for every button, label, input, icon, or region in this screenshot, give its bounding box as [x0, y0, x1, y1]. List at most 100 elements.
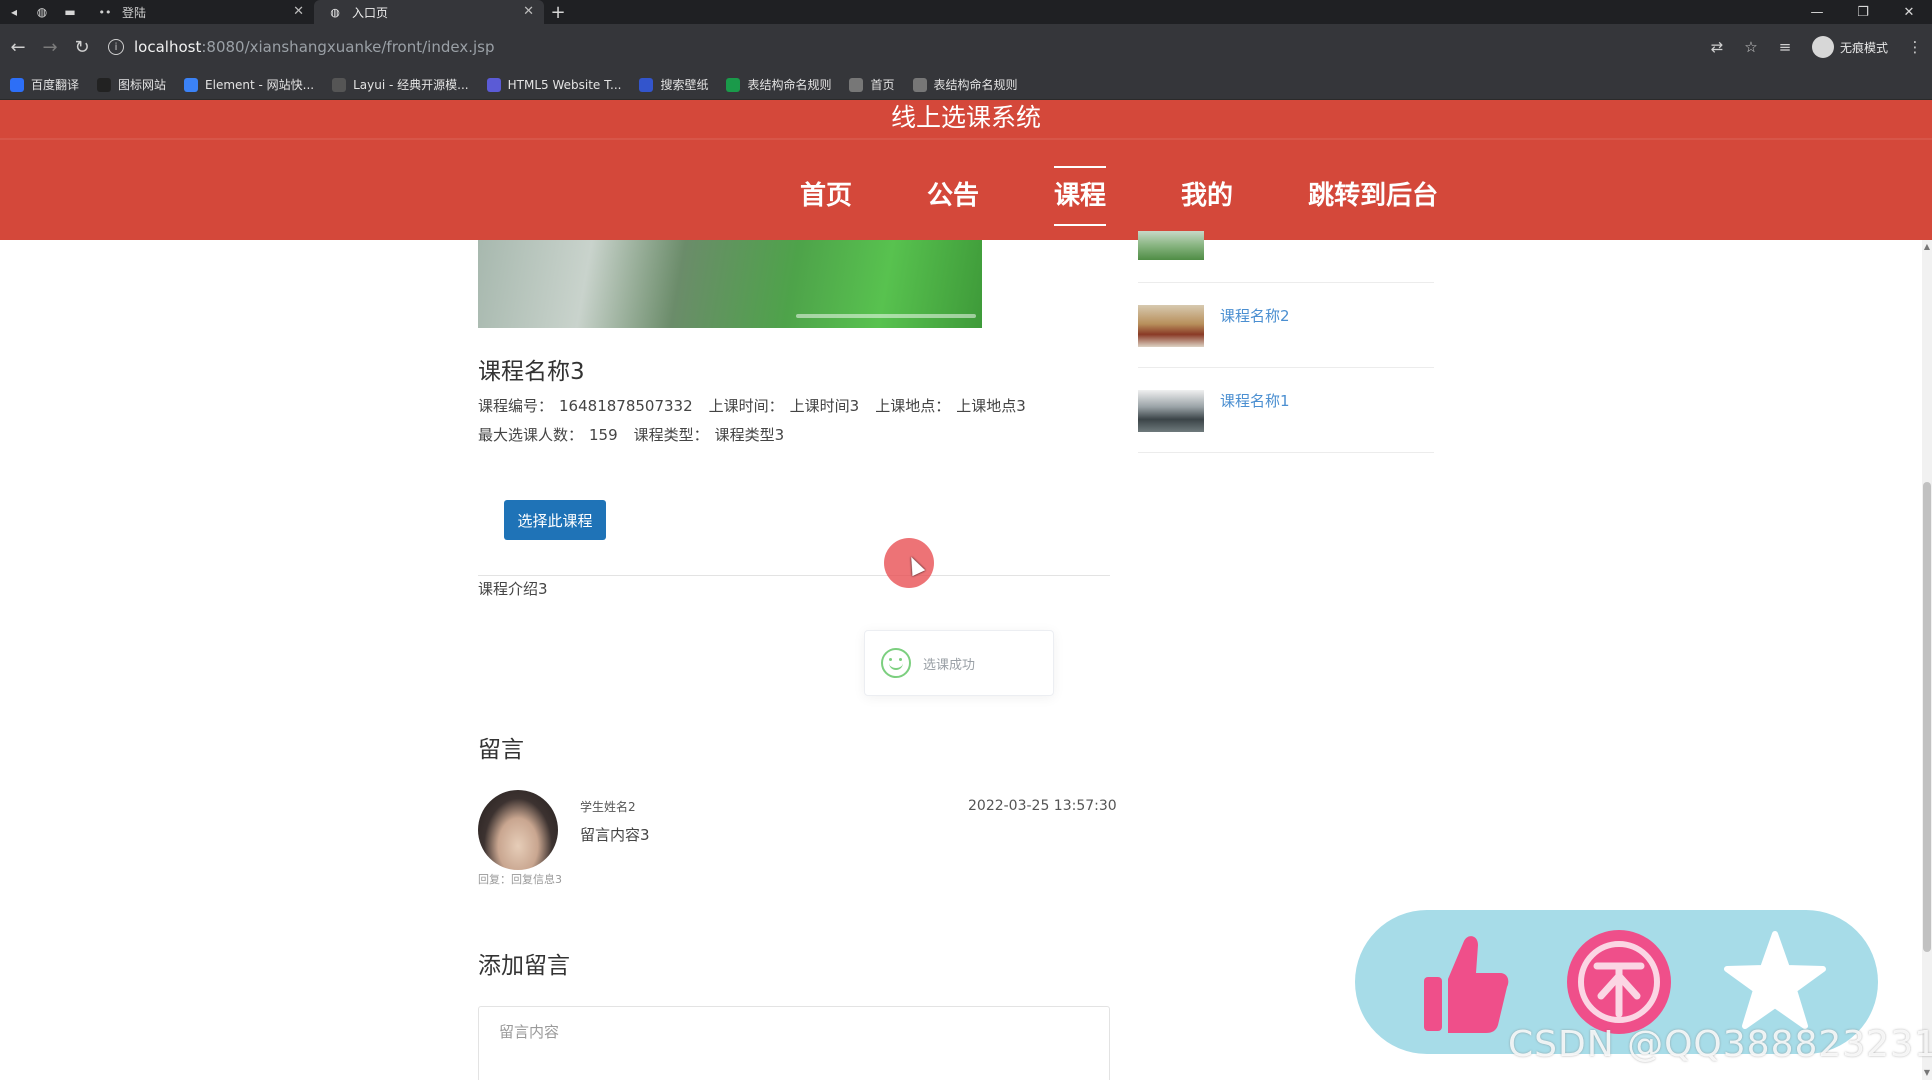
- back-arrow-icon[interactable]: ←: [2, 31, 34, 63]
- comment-time: 2022-03-25 13:57:30: [968, 798, 1117, 814]
- bookmark-favicon-icon: [184, 77, 199, 92]
- avatar: [478, 790, 558, 870]
- info-icon[interactable]: i: [108, 39, 124, 55]
- bookmark-item[interactable]: 搜索壁纸: [639, 76, 708, 93]
- sidebar-course-name: 课程名称2: [1220, 307, 1290, 325]
- tab-title: 入口页: [352, 5, 389, 20]
- bookmark-label: 百度翻译: [31, 78, 80, 92]
- bookmark-label: 图标网站: [118, 78, 167, 92]
- incognito-icon: [1811, 36, 1834, 58]
- bookmark-item[interactable]: Layui - 经典开源模...: [332, 76, 469, 93]
- bookmark-label: 表结构命名规则: [747, 78, 832, 92]
- bookmark-label: 搜索壁纸: [660, 78, 709, 92]
- course-place-label: 上课地点：: [875, 397, 951, 415]
- close-icon[interactable]: ✕: [293, 4, 304, 19]
- bookmarks-bar: 百度翻译 图标网站 Element - 网站快... Layui - 经典开源模...…: [0, 70, 1932, 100]
- minimize-icon[interactable]: —: [1794, 0, 1840, 24]
- url-path: :8080/xianshangxuanke/front/index.jsp: [201, 38, 495, 56]
- toolbar-right: ⇄ ☆ ≡ 无痕模式 ⋮: [1700, 31, 1932, 63]
- sidebar-course-item[interactable]: [1138, 198, 1434, 283]
- course-number-label: 课程编号：: [478, 397, 554, 415]
- close-icon[interactable]: ✕: [523, 4, 534, 19]
- bookmark-favicon-icon: [849, 77, 864, 92]
- scroll-up-arrow-icon[interactable]: ▲: [1922, 242, 1932, 252]
- course-max-label: 最大选课人数：: [478, 426, 584, 444]
- menu-kebab-icon[interactable]: ⋮: [1898, 38, 1932, 56]
- course-type: 课程类型3: [714, 426, 785, 444]
- bookmark-favicon-icon: [912, 77, 927, 92]
- scroll-down-arrow-icon[interactable]: ▼: [1922, 1068, 1932, 1078]
- incognito-badge[interactable]: 无痕模式: [1811, 36, 1888, 58]
- comment-reply: 回复：回复信息3: [478, 873, 562, 886]
- course-max: 159: [589, 426, 618, 444]
- tab-title: 登陆: [122, 5, 147, 20]
- bookmark-label: 表结构命名规则: [933, 78, 1018, 92]
- nav-home[interactable]: 首页: [800, 166, 852, 226]
- url-host: localhost: [134, 38, 202, 56]
- window-icon[interactable]: ▬: [56, 0, 84, 24]
- bookmark-favicon-icon: [332, 77, 347, 92]
- reading-list-icon[interactable]: ≡: [1768, 38, 1802, 56]
- bookmark-item[interactable]: 百度翻译: [10, 76, 79, 93]
- site-title: 线上选课系统: [890, 103, 1041, 132]
- course-place: 上课地点3: [956, 397, 1026, 415]
- bookmark-label: Layui - 经典开源模...: [353, 78, 469, 92]
- content-divider: [478, 575, 1110, 576]
- translate-icon[interactable]: ⇄: [1700, 38, 1734, 56]
- bookmark-favicon-icon: [639, 77, 654, 92]
- bookmark-item[interactable]: HTML5 Website T...: [486, 77, 622, 92]
- forward-arrow-icon[interactable]: →: [34, 31, 66, 63]
- sidebar-course-item[interactable]: 课程名称2: [1138, 283, 1434, 368]
- toast-text: 选课成功: [923, 657, 976, 673]
- audio-icon[interactable]: ◂: [0, 0, 28, 24]
- tab-login[interactable]: •• 登陆 ✕: [84, 0, 314, 24]
- course-type-label: 课程类型：: [633, 426, 709, 444]
- course-thumbnail: [1138, 231, 1204, 260]
- course-meta-row-2: 最大选课人数： 159 课程类型： 课程类型3: [478, 424, 790, 445]
- bookmark-item[interactable]: Element - 网站快...: [184, 76, 314, 93]
- bookmark-item[interactable]: 表结构命名规则: [912, 76, 1018, 93]
- watermark-text: CSDN @QQ3888232316: [1508, 1024, 1932, 1065]
- loading-dots-icon: ••: [98, 5, 112, 19]
- browser-globe-icon[interactable]: ◍: [28, 0, 56, 24]
- incognito-label: 无痕模式: [1839, 40, 1888, 55]
- tab-entry-page[interactable]: ◍ 入口页 ✕: [314, 0, 544, 24]
- select-course-button[interactable]: 选择此课程: [504, 500, 606, 540]
- course-thumbnail: [1138, 305, 1204, 347]
- course-banner-image: [478, 240, 982, 328]
- smile-icon: [881, 648, 911, 678]
- nav-courses[interactable]: 课程: [1054, 166, 1107, 226]
- bookmark-star-icon[interactable]: ☆: [1734, 38, 1768, 56]
- bookmark-favicon-icon: [10, 77, 24, 92]
- address-bar: ← → ↻ i localhost:8080/xianshangxuanke/f…: [0, 24, 1932, 70]
- course-thumbnail: [1138, 390, 1204, 432]
- url-field[interactable]: i localhost:8080/xianshangxuanke/front/i…: [108, 31, 1758, 63]
- sidebar-course-name: 课程名称1: [1220, 392, 1290, 410]
- bookmark-item[interactable]: 图标网站: [97, 76, 166, 93]
- course-title: 课程名称3: [478, 359, 585, 385]
- bookmark-label: Element - 网站快...: [205, 78, 315, 92]
- window-controls: — ❐ ✕: [1794, 0, 1932, 24]
- comments-heading: 留言: [478, 737, 524, 763]
- scrollbar-thumb[interactable]: [1923, 482, 1931, 952]
- reload-icon[interactable]: ↻: [66, 31, 98, 63]
- bookmark-item[interactable]: 表结构命名规则: [726, 76, 831, 93]
- nav-notice[interactable]: 公告: [927, 166, 979, 226]
- header-divider: [0, 138, 1932, 140]
- comment-user: 学生姓名2: [580, 800, 636, 814]
- bookmark-favicon-icon: [97, 77, 112, 92]
- browser-tab-bar: ◂ ◍ ▬ •• 登陆 ✕ ◍ 入口页 ✕ + — ❐ ✕: [0, 0, 1932, 24]
- course-meta-row-1: 课程编号： 16481878507332 上课时间： 上课时间3 上课地点： 上课地点3: [478, 395, 1032, 416]
- success-toast: 选课成功: [864, 630, 1054, 696]
- bookmark-label: HTML5 Website T...: [507, 77, 622, 92]
- course-intro: 课程介绍3: [478, 580, 548, 598]
- course-time-label: 上课时间：: [708, 397, 784, 415]
- bookmark-label: 首页: [870, 78, 895, 92]
- new-tab-button[interactable]: +: [544, 2, 572, 23]
- globe-icon: ◍: [330, 5, 340, 19]
- restore-icon[interactable]: ❐: [1840, 0, 1886, 24]
- comment-input[interactable]: [478, 1006, 1110, 1080]
- sidebar-course-item[interactable]: 课程名称1: [1138, 368, 1434, 453]
- close-window-icon[interactable]: ✕: [1886, 0, 1932, 24]
- bookmark-item[interactable]: 首页: [849, 76, 895, 93]
